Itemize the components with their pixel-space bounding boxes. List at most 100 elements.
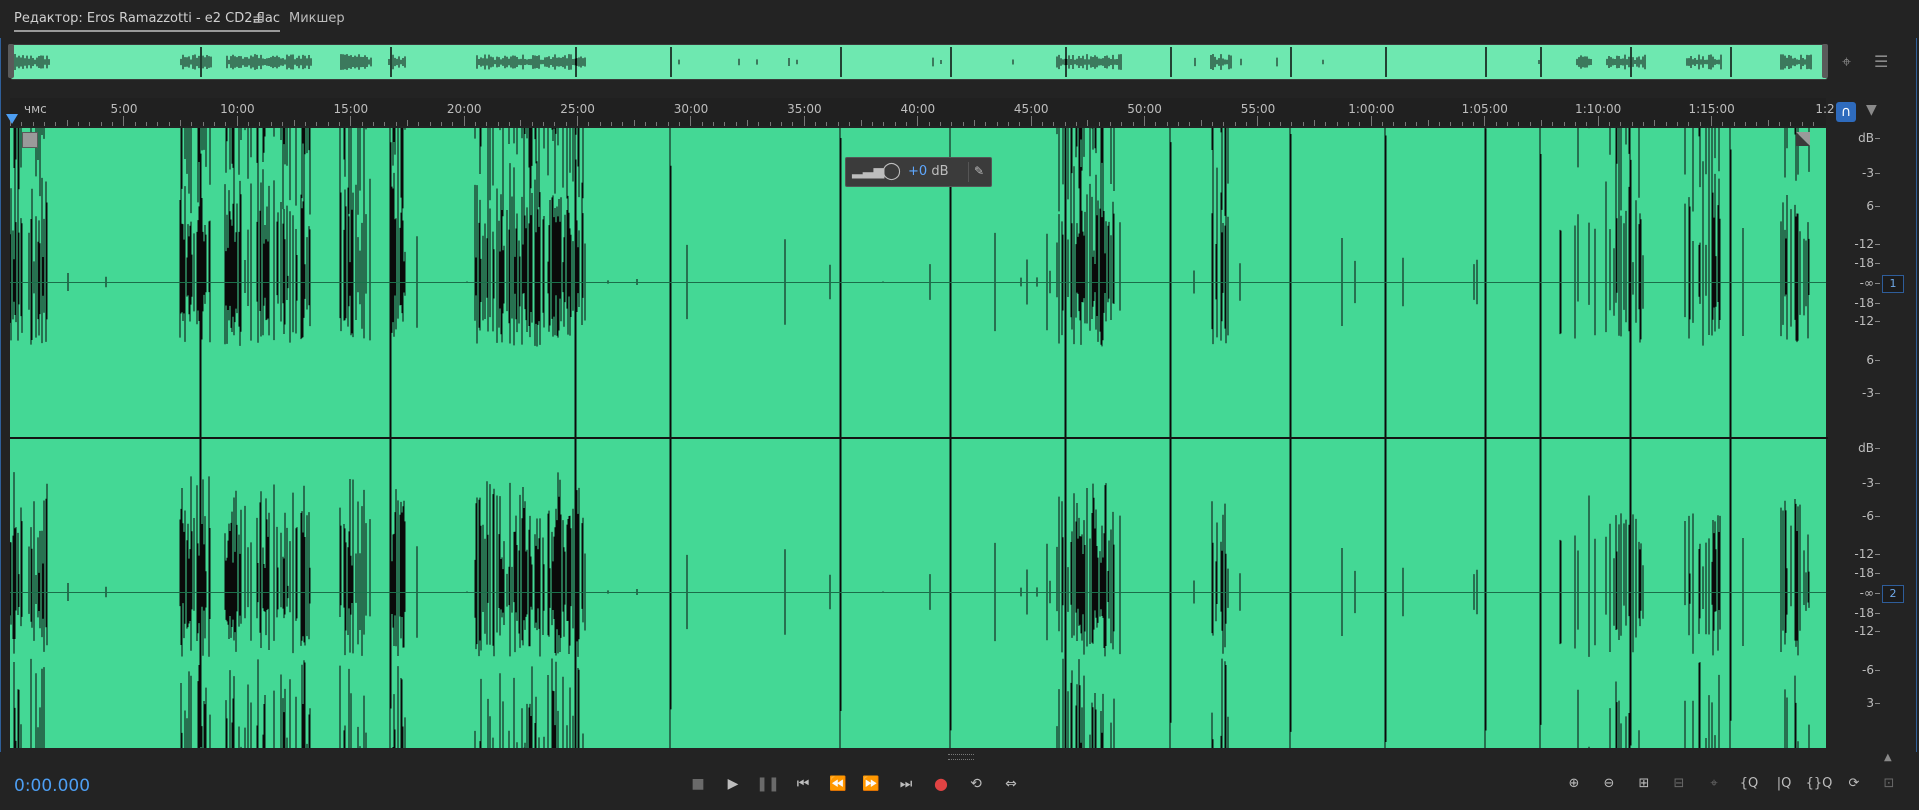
ruler-tick — [1075, 122, 1077, 126]
waveform-overview[interactable] — [10, 44, 1828, 80]
zoom-to-selection-button[interactable]: {Q — [1735, 774, 1763, 794]
channel1-badge[interactable]: 1 — [1882, 275, 1904, 293]
ruler-tick — [985, 122, 987, 126]
ruler-tick — [134, 122, 136, 126]
rewind-button[interactable]: ⏪ — [825, 774, 851, 794]
zoom-reset-button[interactable]: ⊡ — [1875, 774, 1903, 794]
ruler-tick — [486, 122, 488, 126]
volume-bars-icon: ▂▃▅ — [852, 163, 885, 179]
marker-pin-icon[interactable]: ▼ — [1866, 102, 1877, 118]
ruler-tick — [724, 122, 726, 126]
zoom-in-right-button[interactable]: {}Q — [1805, 774, 1833, 794]
ruler-tick — [769, 122, 771, 126]
record-button[interactable]: ● — [928, 774, 954, 794]
ruler-tick — [1155, 122, 1157, 126]
channel-divider — [10, 437, 1840, 439]
pin-icon[interactable]: ✎ — [974, 164, 984, 178]
ruler-tick — [327, 122, 329, 126]
ruler-tick — [837, 122, 839, 126]
ruler-tick — [1393, 122, 1395, 126]
ruler-label: 1:15:00 — [1688, 102, 1735, 116]
gain-hud[interactable]: ▂▃▅ ◯ +0 dB ✎ — [845, 157, 992, 187]
headphones-icon[interactable]: ∩ — [1836, 102, 1856, 122]
zoom-in-left-button[interactable]: |Q — [1770, 774, 1798, 794]
db-label: -6 — [1862, 509, 1874, 523]
ruler-tick — [1200, 120, 1202, 126]
ruler-tick — [474, 122, 476, 126]
time-ruler[interactable]: чмс 5:00 10:00 15:00 20:00 25:00 30:00 35:00 40… — [10, 98, 1835, 126]
db-label: -18 — [1854, 256, 1874, 270]
list-icon[interactable]: ☰ — [1874, 52, 1888, 71]
zoom-out-full-button[interactable]: ⌖ — [1700, 774, 1728, 794]
ruler-tick — [565, 122, 567, 126]
scroll-up-icon[interactable]: ▲ — [1884, 752, 1892, 763]
zoom-in-amplitude-button[interactable]: ⊕ — [1560, 774, 1588, 794]
stop-button[interactable]: ■ — [685, 774, 711, 794]
go-to-end-button[interactable]: ⏭ — [893, 774, 919, 794]
ruler-tick — [1801, 122, 1803, 126]
ruler-tick — [996, 122, 998, 126]
ruler-tick — [66, 120, 68, 126]
overview-waveform — [11, 45, 1827, 79]
crosshair-icon[interactable]: ⌖ — [1842, 52, 1851, 72]
ruler-tick — [282, 122, 284, 126]
db-tick — [1875, 303, 1880, 304]
ruler-tick — [146, 122, 148, 126]
db-tick — [1875, 703, 1880, 704]
overview-right-handle[interactable] — [1822, 44, 1828, 78]
ruler-tick — [1041, 122, 1043, 126]
ruler-label: 55:00 — [1240, 102, 1276, 116]
gain-readout[interactable]: +0 dB — [908, 164, 948, 179]
gain-knob-icon[interactable]: ◯ — [882, 161, 901, 181]
panel-resize-grip[interactable] — [948, 754, 974, 760]
tab-mixer[interactable]: Микшер — [289, 11, 345, 26]
tab-menu-icon[interactable]: ≡ — [252, 12, 264, 28]
ruler-tick — [1166, 122, 1168, 126]
ruler-tick — [917, 116, 919, 126]
ruler-label: 45:00 — [1013, 102, 1049, 116]
ruler-tick — [180, 120, 182, 126]
db-tick — [1875, 554, 1880, 555]
ruler-tick — [1529, 122, 1531, 126]
zoom-out-amplitude-button[interactable]: ⊖ — [1595, 774, 1623, 794]
go-to-start-button[interactable]: ⏮ — [790, 774, 816, 794]
zoom-out-time-button[interactable]: ⊟ — [1665, 774, 1693, 794]
current-time[interactable]: 0:00.000 — [14, 776, 90, 796]
pause-button[interactable]: ❚❚ — [755, 774, 781, 794]
fast-forward-button[interactable]: ⏩ — [858, 774, 884, 794]
skip-selection-button[interactable]: ⇔ — [998, 774, 1024, 794]
zoom-in-time-button[interactable]: ⊞ — [1630, 774, 1658, 794]
ruler-tick — [701, 122, 703, 126]
ruler-tick — [1121, 122, 1123, 126]
db-label: -12 — [1854, 314, 1874, 328]
ruler-tick — [1246, 122, 1248, 126]
ruler-tick — [440, 122, 442, 126]
overview-left-handle[interactable] — [8, 44, 14, 78]
loop-playback-button[interactable]: ⟲ — [963, 774, 989, 794]
zoom-selection-button[interactable]: ⟳ — [1840, 774, 1868, 794]
play-button[interactable]: ▶ — [720, 774, 746, 794]
ruler-tick — [1087, 120, 1089, 126]
ruler-tick — [962, 122, 964, 126]
ruler-tick — [1767, 120, 1769, 126]
ruler-tick — [1813, 122, 1815, 126]
ruler-tick — [1722, 122, 1724, 126]
ruler-tick — [1756, 122, 1758, 126]
ruler-tick — [1132, 122, 1134, 126]
ruler-tick — [418, 122, 420, 126]
fade-out-handle[interactable] — [1796, 132, 1810, 146]
channel2-badge[interactable]: 2 — [1882, 585, 1904, 603]
ruler-tick — [157, 122, 159, 126]
tab-editor[interactable]: Редактор: Eros Ramazzotti - e2 CD2.flac — [14, 11, 280, 32]
ruler-tick — [1699, 122, 1701, 126]
fade-in-handle[interactable] — [22, 132, 38, 148]
ruler-tick — [792, 122, 794, 126]
ruler-tick — [508, 122, 510, 126]
db-tick — [1875, 670, 1880, 671]
playhead-marker[interactable] — [6, 114, 18, 124]
ruler-tick — [758, 122, 760, 126]
ruler-tick — [1019, 122, 1021, 126]
ruler-tick — [1790, 122, 1792, 126]
ruler-tick — [815, 122, 817, 126]
ruler-label: 1:2 — [1815, 102, 1835, 116]
